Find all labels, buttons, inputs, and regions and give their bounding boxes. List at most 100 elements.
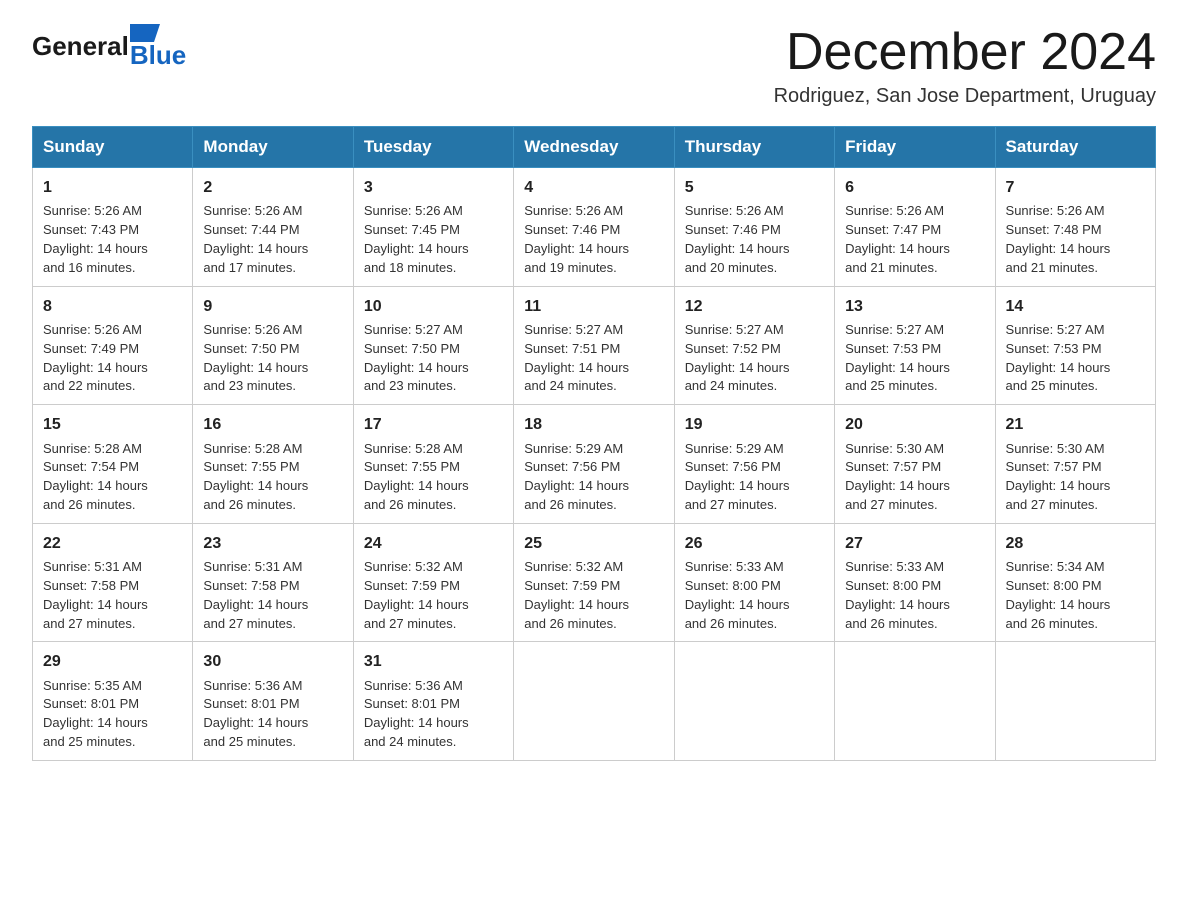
calendar-cell: 19 Sunrise: 5:29 AMSunset: 7:56 PMDayligh… [674, 405, 834, 524]
day-info: Sunrise: 5:33 AMSunset: 8:00 PMDaylight:… [685, 559, 790, 631]
calendar-cell: 18 Sunrise: 5:29 AMSunset: 7:56 PMDayligh… [514, 405, 674, 524]
calendar-week-row: 22 Sunrise: 5:31 AMSunset: 7:58 PMDayligh… [33, 523, 1156, 642]
calendar-cell: 30 Sunrise: 5:36 AMSunset: 8:01 PMDayligh… [193, 642, 353, 761]
day-number: 19 [685, 413, 824, 436]
calendar-cell: 15 Sunrise: 5:28 AMSunset: 7:54 PMDayligh… [33, 405, 193, 524]
day-info: Sunrise: 5:33 AMSunset: 8:00 PMDaylight:… [845, 559, 950, 631]
day-number: 17 [364, 413, 503, 436]
calendar-table: SundayMondayTuesdayWednesdayThursdayFrid… [32, 126, 1156, 761]
day-number: 9 [203, 295, 342, 318]
calendar-cell: 9 Sunrise: 5:26 AMSunset: 7:50 PMDaylight… [193, 286, 353, 405]
day-number: 18 [524, 413, 663, 436]
weekday-header-tuesday: Tuesday [353, 127, 513, 168]
day-info: Sunrise: 5:26 AMSunset: 7:50 PMDaylight:… [203, 322, 308, 394]
day-info: Sunrise: 5:32 AMSunset: 7:59 PMDaylight:… [524, 559, 629, 631]
calendar-cell: 23 Sunrise: 5:31 AMSunset: 7:58 PMDayligh… [193, 523, 353, 642]
day-number: 12 [685, 295, 824, 318]
day-info: Sunrise: 5:28 AMSunset: 7:55 PMDaylight:… [364, 441, 469, 513]
calendar-cell: 26 Sunrise: 5:33 AMSunset: 8:00 PMDayligh… [674, 523, 834, 642]
day-info: Sunrise: 5:30 AMSunset: 7:57 PMDaylight:… [1006, 441, 1111, 513]
day-info: Sunrise: 5:28 AMSunset: 7:55 PMDaylight:… [203, 441, 308, 513]
day-number: 2 [203, 176, 342, 199]
weekday-header-saturday: Saturday [995, 127, 1155, 168]
day-number: 26 [685, 532, 824, 555]
day-info: Sunrise: 5:35 AMSunset: 8:01 PMDaylight:… [43, 678, 148, 750]
calendar-cell: 12 Sunrise: 5:27 AMSunset: 7:52 PMDayligh… [674, 286, 834, 405]
calendar-cell: 13 Sunrise: 5:27 AMSunset: 7:53 PMDayligh… [835, 286, 995, 405]
day-info: Sunrise: 5:26 AMSunset: 7:49 PMDaylight:… [43, 322, 148, 394]
day-info: Sunrise: 5:26 AMSunset: 7:45 PMDaylight:… [364, 203, 469, 275]
calendar-week-row: 15 Sunrise: 5:28 AMSunset: 7:54 PMDayligh… [33, 405, 1156, 524]
day-info: Sunrise: 5:26 AMSunset: 7:46 PMDaylight:… [685, 203, 790, 275]
day-number: 13 [845, 295, 984, 318]
calendar-cell: 29 Sunrise: 5:35 AMSunset: 8:01 PMDayligh… [33, 642, 193, 761]
day-info: Sunrise: 5:26 AMSunset: 7:43 PMDaylight:… [43, 203, 148, 275]
calendar-cell: 14Sunrise: 5:27 AMSunset: 7:53 PMDayligh… [995, 286, 1155, 405]
weekday-header-sunday: Sunday [33, 127, 193, 168]
calendar-cell: 7Sunrise: 5:26 AMSunset: 7:48 PMDaylight… [995, 168, 1155, 287]
calendar-cell [674, 642, 834, 761]
title-area: December 2024 Rodriguez, San Jose Depart… [774, 24, 1156, 108]
day-number: 27 [845, 532, 984, 555]
day-number: 11 [524, 295, 663, 318]
day-info: Sunrise: 5:29 AMSunset: 7:56 PMDaylight:… [524, 441, 629, 513]
day-number: 23 [203, 532, 342, 555]
day-info: Sunrise: 5:29 AMSunset: 7:56 PMDaylight:… [685, 441, 790, 513]
calendar-cell: 31 Sunrise: 5:36 AMSunset: 8:01 PMDayligh… [353, 642, 513, 761]
day-info: Sunrise: 5:34 AMSunset: 8:00 PMDaylight:… [1006, 559, 1111, 631]
day-number: 22 [43, 532, 182, 555]
day-info: Sunrise: 5:27 AMSunset: 7:53 PMDaylight:… [845, 322, 950, 394]
calendar-cell: 6Sunrise: 5:26 AMSunset: 7:47 PMDaylight… [835, 168, 995, 287]
weekday-header-thursday: Thursday [674, 127, 834, 168]
day-info: Sunrise: 5:28 AMSunset: 7:54 PMDaylight:… [43, 441, 148, 513]
weekday-header-row: SundayMondayTuesdayWednesdayThursdayFrid… [33, 127, 1156, 168]
calendar-cell: 5Sunrise: 5:26 AMSunset: 7:46 PMDaylight… [674, 168, 834, 287]
day-info: Sunrise: 5:27 AMSunset: 7:53 PMDaylight:… [1006, 322, 1111, 394]
day-number: 1 [43, 176, 182, 199]
day-number: 29 [43, 650, 182, 673]
day-number: 16 [203, 413, 342, 436]
day-number: 24 [364, 532, 503, 555]
weekday-header-monday: Monday [193, 127, 353, 168]
calendar-cell: 2Sunrise: 5:26 AMSunset: 7:44 PMDaylight… [193, 168, 353, 287]
day-info: Sunrise: 5:30 AMSunset: 7:57 PMDaylight:… [845, 441, 950, 513]
calendar-cell: 10 Sunrise: 5:27 AMSunset: 7:50 PMDayligh… [353, 286, 513, 405]
day-info: Sunrise: 5:27 AMSunset: 7:50 PMDaylight:… [364, 322, 469, 394]
day-info: Sunrise: 5:27 AMSunset: 7:52 PMDaylight:… [685, 322, 790, 394]
calendar-week-row: 1 Sunrise: 5:26 AMSunset: 7:43 PMDaylight… [33, 168, 1156, 287]
calendar-cell: 24 Sunrise: 5:32 AMSunset: 7:59 PMDayligh… [353, 523, 513, 642]
calendar-cell: 4Sunrise: 5:26 AMSunset: 7:46 PMDaylight… [514, 168, 674, 287]
calendar-cell: 3Sunrise: 5:26 AMSunset: 7:45 PMDaylight… [353, 168, 513, 287]
logo-general-text: General [32, 31, 129, 62]
calendar-cell: 25Sunrise: 5:32 AMSunset: 7:59 PMDayligh… [514, 523, 674, 642]
calendar-cell: 1 Sunrise: 5:26 AMSunset: 7:43 PMDaylight… [33, 168, 193, 287]
logo: General Blue [32, 24, 186, 68]
calendar-cell [995, 642, 1155, 761]
day-info: Sunrise: 5:27 AMSunset: 7:51 PMDaylight:… [524, 322, 629, 394]
location-subtitle: Rodriguez, San Jose Department, Uruguay [774, 85, 1156, 108]
page-header: General Blue December 2024 Rodriguez, Sa… [32, 24, 1156, 108]
day-number: 20 [845, 413, 984, 436]
day-info: Sunrise: 5:36 AMSunset: 8:01 PMDaylight:… [364, 678, 469, 750]
day-number: 31 [364, 650, 503, 673]
day-info: Sunrise: 5:36 AMSunset: 8:01 PMDaylight:… [203, 678, 308, 750]
logo-blue-text: Blue [130, 42, 186, 68]
calendar-cell: 28 Sunrise: 5:34 AMSunset: 8:00 PMDayligh… [995, 523, 1155, 642]
day-info: Sunrise: 5:31 AMSunset: 7:58 PMDaylight:… [43, 559, 148, 631]
calendar-cell: 17 Sunrise: 5:28 AMSunset: 7:55 PMDayligh… [353, 405, 513, 524]
weekday-header-wednesday: Wednesday [514, 127, 674, 168]
calendar-cell [514, 642, 674, 761]
day-number: 21 [1006, 413, 1145, 436]
day-number: 15 [43, 413, 182, 436]
day-info: Sunrise: 5:26 AMSunset: 7:46 PMDaylight:… [524, 203, 629, 275]
day-info: Sunrise: 5:32 AMSunset: 7:59 PMDaylight:… [364, 559, 469, 631]
month-title: December 2024 [774, 24, 1156, 81]
day-number: 6 [845, 176, 984, 199]
day-number: 30 [203, 650, 342, 673]
calendar-cell: 21 Sunrise: 5:30 AMSunset: 7:57 PMDayligh… [995, 405, 1155, 524]
calendar-cell [835, 642, 995, 761]
day-info: Sunrise: 5:31 AMSunset: 7:58 PMDaylight:… [203, 559, 308, 631]
day-number: 28 [1006, 532, 1145, 555]
day-number: 10 [364, 295, 503, 318]
calendar-cell: 20 Sunrise: 5:30 AMSunset: 7:57 PMDayligh… [835, 405, 995, 524]
